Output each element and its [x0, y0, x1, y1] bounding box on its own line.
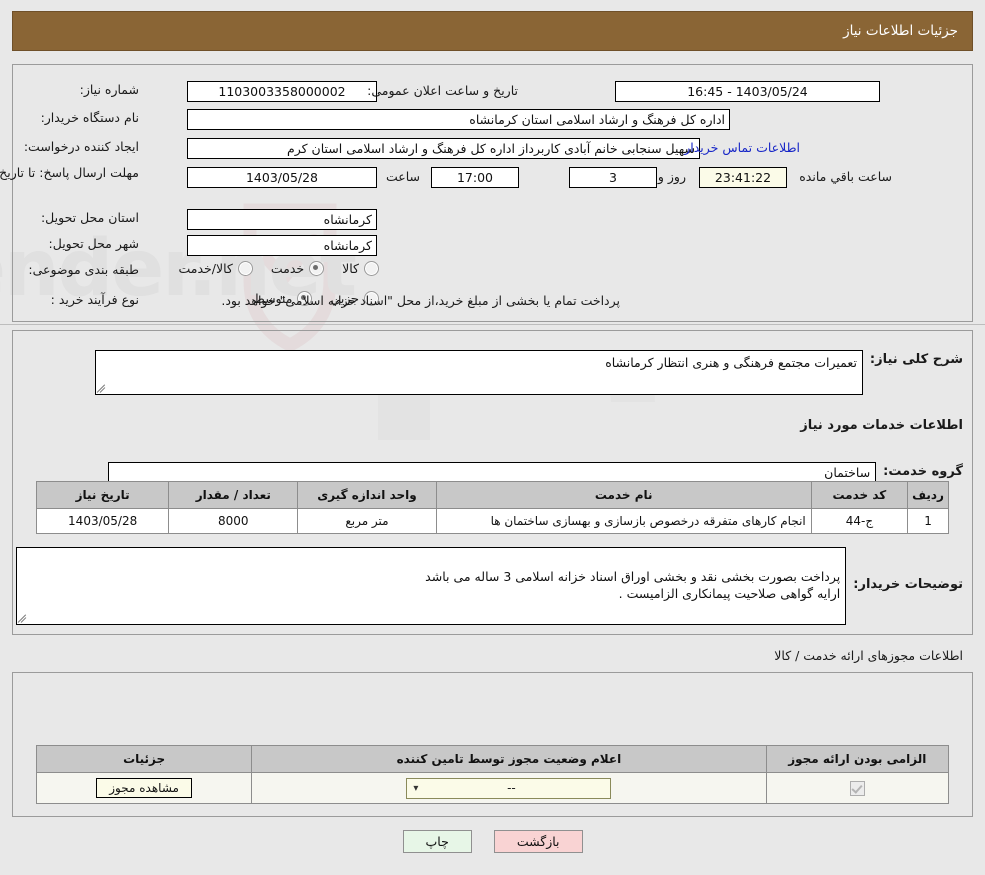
category-row: طبقه بندی موضوعی:	[28, 262, 139, 277]
td-date: 1403/05/28	[35, 508, 170, 534]
general-desc-label: شرح کلی نیاز:	[869, 352, 963, 367]
permits-table: الزامی بودن ارائه مجوز اعلام وضعیت مجوز …	[35, 745, 950, 804]
th-permit-status: اعلام وضعیت مجوز توسط تامین کننده	[251, 745, 767, 773]
province-row: استان محل تحویل:	[41, 210, 139, 225]
city-value: کرمانشاه	[187, 235, 377, 256]
td-quantity: 8000	[168, 508, 299, 534]
need-summary-panel	[12, 64, 973, 322]
permits-section-title: اطلاعات مجوزهای ارائه خدمت / کالا	[774, 648, 963, 663]
hours-remaining-label: ساعت باقي مانده	[799, 169, 892, 184]
buyer-org-label: نام دستگاه خریدار:	[40, 110, 139, 125]
th-unit: واحد اندازه گیری	[297, 481, 437, 509]
requester-row: ایجاد کننده درخواست:	[24, 139, 139, 154]
buyer-org-value: اداره کل فرهنگ و ارشاد اسلامی استان کرما…	[187, 109, 730, 130]
th-name: نام خدمت	[435, 481, 812, 509]
general-desc-value: تعمیرات مجتمع فرهنگی و هنری انتظار کرمان…	[605, 355, 857, 370]
td-row: 1	[907, 508, 949, 534]
deadline-row-label: مهلت ارسال پاسخ: تا تاریخ:	[0, 165, 139, 181]
need-number-label: شماره نیاز:	[79, 82, 139, 97]
radio-goods-service-icon[interactable]	[237, 261, 253, 276]
service-group-label: گروه خدمت:	[883, 464, 963, 479]
th-permit-required: الزامی بودن ارائه مجوز	[765, 745, 950, 773]
process-note: پرداخت تمام یا بخشی از مبلغ خرید،از محل …	[221, 293, 620, 308]
services-table-header-row: ردیف کد خدمت نام خدمت واحد اندازه گیری ت…	[35, 481, 949, 509]
deadline-time-value: 17:00	[431, 167, 519, 188]
th-quantity: تعداد / مقدار	[168, 481, 299, 509]
buyer-notes-row: توضیحات خریدار: پرداخت بصورت بخشی نقد و …	[16, 547, 963, 625]
province-label: استان محل تحویل:	[40, 210, 139, 225]
category-option-service[interactable]: خدمت	[270, 261, 325, 276]
page-title: جزئیات اطلاعات نیاز	[843, 23, 958, 39]
category-label: طبقه بندی موضوعی:	[28, 262, 139, 277]
buyer-notes-label: توضیحات خریدار:	[853, 577, 963, 592]
th-code: کد خدمت	[810, 481, 909, 509]
days-word-label: روز و	[657, 169, 686, 184]
category-option-service-label: خدمت	[270, 261, 305, 276]
time-remaining-value: 23:41:22	[699, 167, 787, 188]
td-unit: متر مربع	[297, 508, 437, 534]
city-label: شهر محل تحویل:	[48, 236, 139, 251]
td-name: انجام کارهای متفرقه درخصوص بازسازی و بهس…	[435, 508, 812, 534]
permit-status-select[interactable]: ▾ --	[406, 777, 612, 799]
back-button[interactable]: بازگشت	[493, 830, 583, 853]
services-section-title: اطلاعات خدمات مورد نیاز	[800, 418, 963, 433]
process-label: نوع فرآیند خرید :	[50, 292, 139, 307]
resize-grip-icon[interactable]	[96, 383, 108, 393]
td-code: ج-44	[810, 508, 909, 534]
deadline-label: مهلت ارسال پاسخ: تا تاریخ:	[0, 165, 139, 180]
section-divider	[0, 324, 985, 325]
radio-service-icon[interactable]	[309, 261, 325, 276]
print-button[interactable]: چاپ	[402, 830, 472, 853]
td-permit-required	[765, 772, 950, 804]
city-row: شهر محل تحویل:	[49, 236, 139, 251]
process-row: نوع فرآیند خرید :	[51, 292, 139, 307]
requester-label: ایجاد کننده درخواست:	[23, 139, 139, 154]
need-number-row: شماره نیاز:	[80, 82, 139, 97]
days-remaining-value: 3	[569, 167, 657, 188]
th-row: ردیف	[907, 481, 949, 509]
deadline-hour-label: ساعت	[385, 169, 420, 184]
category-option-goods-service[interactable]: کالا/خدمت	[178, 261, 253, 276]
general-desc-textarea[interactable]: تعمیرات مجتمع فرهنگی و هنری انتظار کرمان…	[94, 350, 863, 395]
th-permit-details: جزئیات	[35, 745, 253, 773]
permit-required-checkbox-icon	[849, 780, 865, 796]
province-value: کرمانشاه	[187, 209, 377, 230]
service-group-value: ساختمان	[824, 465, 871, 480]
footer-actions: بازگشت چاپ	[0, 830, 985, 853]
th-date: تاریخ نیاز	[35, 481, 170, 509]
services-table: ردیف کد خدمت نام خدمت واحد اندازه گیری ت…	[35, 481, 949, 534]
general-desc-row: شرح کلی نیاز: تعمیرات مجتمع فرهنگی و هنر…	[94, 350, 963, 395]
announce-datetime-label: تاریخ و ساعت اعلان عمومی:	[367, 83, 518, 98]
category-option-goods-service-label: کالا/خدمت	[178, 261, 233, 276]
requester-value: سهیل سنجابی خانم آبادی کاربرداز اداره کل…	[187, 138, 700, 159]
permit-status-value: --	[507, 780, 516, 795]
permits-table-header-row: الزامی بودن ارائه مجوز اعلام وضعیت مجوز …	[35, 745, 950, 773]
page-header: جزئیات اطلاعات نیاز	[12, 11, 973, 51]
category-option-goods[interactable]: کالا	[342, 261, 379, 276]
buyer-contact-link[interactable]: اطلاعات تماس خریدار	[680, 140, 804, 155]
td-permit-status[interactable]: ▾ --	[251, 772, 767, 804]
radio-goods-icon[interactable]	[364, 261, 379, 276]
category-option-goods-label: کالا	[342, 261, 359, 276]
deadline-date-value: 1403/05/28	[187, 167, 377, 188]
view-permit-button[interactable]: مشاهده مجوز	[96, 778, 192, 798]
table-row: ▾ -- مشاهده مجوز	[35, 772, 950, 804]
td-permit-details[interactable]: مشاهده مجوز	[35, 772, 253, 804]
resize-grip-icon-2[interactable]	[17, 613, 29, 623]
buyer-notes-textarea[interactable]: پرداخت بصورت بخشی نقد و بخشی اوراق اسناد…	[16, 547, 847, 625]
buyer-org-row: نام دستگاه خریدار:	[41, 110, 139, 125]
announce-datetime-value: 1403/05/24 - 16:45	[615, 81, 880, 102]
buyer-notes-value: پرداخت بصورت بخشی نقد و بخشی اوراق اسناد…	[425, 569, 841, 601]
category-radio-group[interactable]: کالا خدمت کالا/خدمت	[160, 261, 379, 276]
table-row: 1 ج-44 انجام کارهای متفرقه درخصوص بازساز…	[35, 508, 949, 534]
need-number-value: 1103003358000002	[187, 81, 377, 102]
